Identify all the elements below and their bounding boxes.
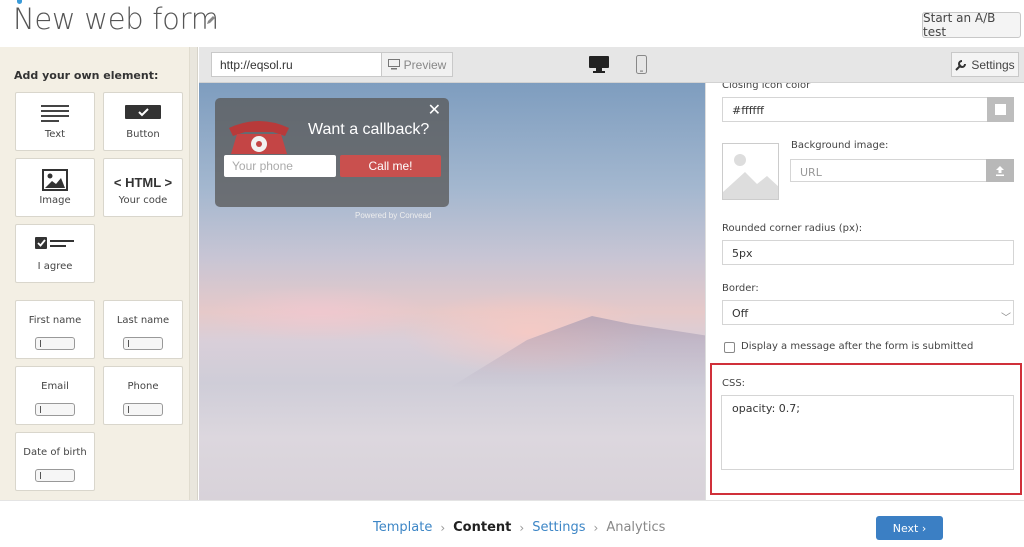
field-phone[interactable]: Phone [103, 366, 183, 425]
url-input[interactable]: http://eqsol.ru [211, 52, 381, 77]
footer: Template › Content › Settings › Analytic… [0, 500, 1024, 547]
mobile-view-icon[interactable] [636, 55, 647, 74]
step-analytics: Analytics [606, 520, 666, 535]
text-lines-icon [41, 105, 69, 122]
image-placeholder-icon [722, 143, 779, 200]
field-input-icon [35, 469, 75, 482]
settings-panel: Closing icon color #ffffff Background im… [705, 83, 1024, 500]
corner-radius-input[interactable]: 5px [722, 240, 1014, 265]
element-text[interactable]: Text [15, 92, 95, 151]
telephone-icon [229, 121, 289, 154]
close-icon[interactable]: ✕ [428, 100, 441, 120]
background-image-url-input[interactable]: URL [790, 159, 987, 182]
element-label: Image [39, 195, 71, 206]
element-sidebar: Add your own element: Text Button Image … [0, 47, 190, 500]
element-your-code[interactable]: < HTML > Your code [103, 158, 183, 217]
step-breadcrumb: Template › Content › Settings › Analytic… [373, 520, 665, 535]
element-button[interactable]: Button [103, 92, 183, 151]
upload-icon [996, 165, 1004, 176]
call-me-button[interactable]: Call me! [340, 155, 441, 177]
background-image-label: Background image: [791, 140, 889, 151]
corner-radius-label: Rounded corner radius (px): [722, 223, 863, 234]
closing-icon-color-input[interactable]: #ffffff [722, 97, 988, 122]
css-textarea[interactable]: opacity: 0.7; [721, 395, 1014, 470]
chevron-down-icon: ﹀ [1001, 313, 1011, 324]
callback-popup[interactable]: ✕ Want a callback? Your phone Call me! [215, 98, 449, 207]
sidebar-title: Add your own element: [14, 69, 159, 82]
phone-input[interactable]: Your phone [224, 155, 336, 177]
field-label: Last name [116, 315, 170, 326]
display-message-checkbox[interactable] [724, 342, 735, 353]
element-i-agree[interactable]: I agree [15, 224, 95, 283]
field-label: Date of birth [23, 447, 87, 458]
sidebar-resize-handle[interactable] [190, 47, 198, 500]
wrench-icon [955, 59, 967, 71]
button-check-icon [125, 105, 161, 119]
page-title: New web form [13, 2, 219, 36]
preview-button[interactable]: Preview [381, 52, 453, 77]
field-last-name[interactable]: Last name [103, 300, 183, 359]
element-label: Button [126, 129, 160, 140]
field-input-icon [123, 337, 163, 350]
display-message-label: Display a message after the form is subm… [741, 341, 974, 352]
edit-pencil-icon[interactable] [205, 14, 217, 26]
step-template[interactable]: Template [373, 520, 432, 535]
element-label: Your code [118, 195, 168, 206]
element-image[interactable]: Image [15, 158, 95, 217]
field-label: First name [28, 315, 82, 326]
field-date-of-birth[interactable]: Date of birth [15, 432, 95, 491]
closing-icon-color-label: Closing icon color [722, 83, 811, 91]
field-input-icon [123, 403, 163, 416]
field-label: Phone [127, 381, 159, 392]
settings-button[interactable]: Settings [951, 52, 1019, 77]
monitor-icon [387, 59, 400, 70]
color-swatch-button[interactable] [987, 97, 1014, 122]
field-email[interactable]: Email [15, 366, 95, 425]
css-label: CSS: [722, 378, 746, 389]
desktop-view-icon[interactable] [589, 56, 609, 73]
border-select[interactable]: Off [722, 300, 1014, 325]
field-label: Email [41, 381, 69, 392]
checkbox-agree-icon [35, 237, 74, 249]
step-content[interactable]: Content [453, 520, 511, 535]
image-icon [42, 169, 68, 191]
field-input-icon [35, 403, 75, 416]
chevron-right-icon: › [519, 520, 525, 535]
chevron-right-icon: › [440, 520, 446, 535]
preview-label: Preview [403, 57, 447, 72]
html-icon: < HTML > [113, 175, 173, 190]
preview-canvas: ✕ Want a callback? Your phone Call me! P… [199, 83, 705, 500]
powered-by-text: Powered by Convead [355, 211, 432, 220]
step-settings[interactable]: Settings [532, 520, 585, 535]
element-label: I agree [37, 261, 73, 272]
next-label: Next [892, 521, 919, 535]
preview-toolbar: http://eqsol.ru Preview Settings [199, 47, 1024, 83]
field-first-name[interactable]: First name [15, 300, 95, 359]
border-label: Border: [722, 283, 759, 294]
upload-button[interactable] [986, 159, 1014, 182]
background-mountain [449, 316, 705, 388]
popup-headline: Want a callback? [308, 121, 430, 138]
settings-label: Settings [971, 57, 1015, 72]
color-swatch-icon [995, 104, 1006, 115]
field-input-icon [35, 337, 75, 350]
next-button[interactable]: Next › [876, 516, 943, 540]
chevron-right-icon: › [593, 520, 599, 535]
start-ab-test-button[interactable]: Start an A/B test [922, 11, 1021, 39]
element-label: Text [44, 129, 66, 140]
